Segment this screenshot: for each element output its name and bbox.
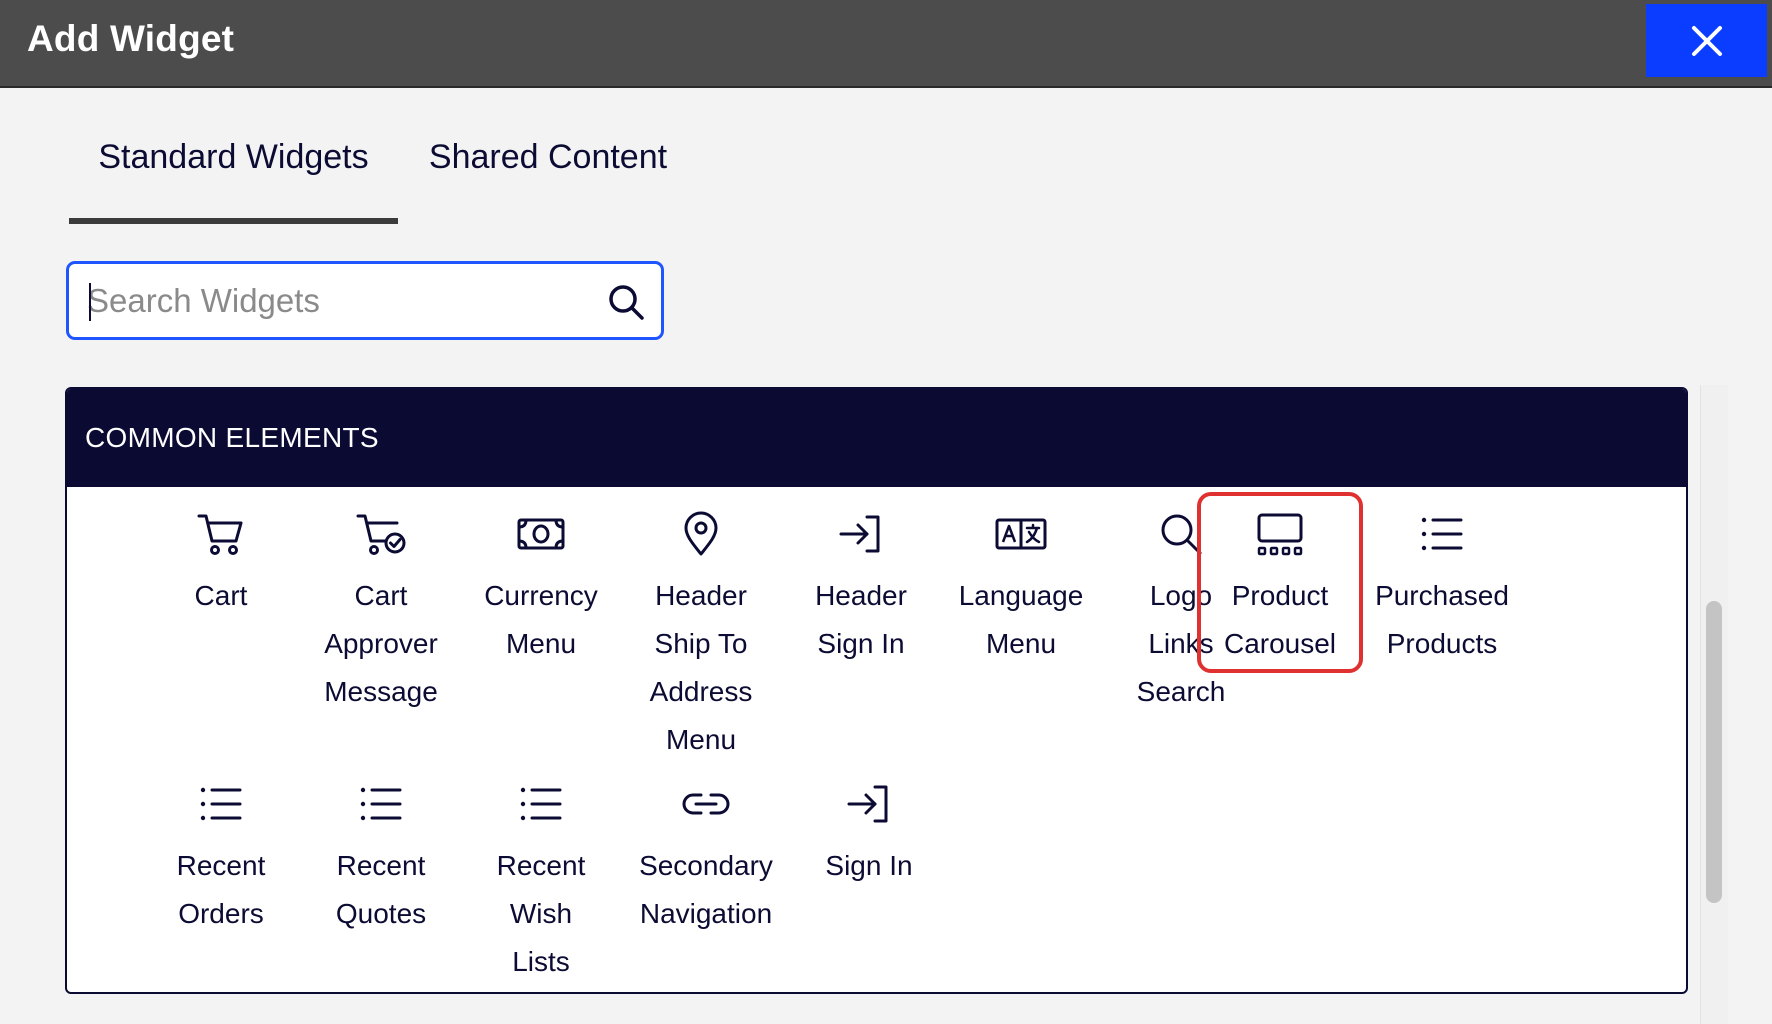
dialog-title: Add Widget — [27, 18, 235, 59]
common-elements-panel: COMMON ELEMENTS Cart Cart Approver Messa… — [65, 387, 1688, 994]
widget-header-sign-in[interactable]: Header Sign In — [786, 504, 936, 668]
widget-label: Header — [655, 580, 747, 611]
widget-label: Sign In — [817, 628, 905, 659]
widget-label: Recent — [336, 850, 426, 881]
search-icon — [1161, 514, 1202, 555]
widget-product-carousel[interactable]: Product Carousel — [1205, 504, 1355, 668]
close-button[interactable] — [1646, 4, 1767, 77]
widget-recent-orders[interactable]: Recent Orders — [146, 774, 296, 938]
cart-icon — [197, 514, 243, 555]
widget-currency-menu[interactable]: Currency Menu — [466, 504, 616, 668]
widget-label: Search — [1136, 676, 1226, 707]
widget-label: Message — [324, 676, 438, 707]
widget-cart[interactable]: Cart — [146, 504, 296, 620]
link-icon — [682, 793, 730, 815]
search-input[interactable] — [87, 276, 587, 326]
list-icon — [1421, 517, 1463, 551]
widget-recent-quotes[interactable]: Recent Quotes — [306, 774, 456, 938]
widget-label: Recent — [496, 850, 586, 881]
dialog-titlebar: Add Widget — [0, 0, 1772, 88]
widget-recent-wish-lists[interactable]: Recent Wish Lists — [466, 774, 616, 986]
widget-label: Language — [958, 580, 1084, 611]
widget-label: Currency — [484, 580, 598, 611]
close-icon — [1691, 25, 1722, 56]
cart-check-icon — [356, 514, 406, 555]
widget-label: Sign In — [825, 850, 913, 881]
active-tab-indicator — [69, 218, 398, 224]
sign-in-icon — [847, 785, 888, 823]
widget-label: Navigation — [639, 898, 773, 929]
search-box[interactable] — [66, 261, 664, 340]
search-icon[interactable] — [605, 281, 647, 323]
widget-label: Menu — [505, 628, 577, 659]
widget-label: Menu — [985, 628, 1057, 659]
widget-label: Cart — [354, 580, 408, 611]
language-icon — [995, 518, 1047, 550]
widget-label: Cart — [194, 580, 248, 611]
widget-label: Menu — [665, 724, 737, 755]
widget-label: Ship To — [654, 628, 748, 659]
widget-label: Product — [1231, 580, 1329, 611]
widget-label: Lists — [512, 946, 570, 977]
map-pin-icon — [684, 511, 718, 556]
widget-label: Carousel — [1223, 628, 1337, 659]
currency-icon — [517, 518, 565, 550]
tab-shared-content[interactable]: Shared Content — [420, 138, 676, 177]
list-icon — [360, 787, 402, 821]
widget-header-ship-to-address-menu[interactable]: Header Ship To Address Menu — [626, 504, 776, 764]
widget-label: Header — [815, 580, 907, 611]
list-icon — [200, 787, 242, 821]
widget-label: Recent — [176, 850, 266, 881]
widget-label: Products — [1386, 628, 1498, 659]
widget-label: Secondary — [639, 850, 773, 881]
section-title: COMMON ELEMENTS — [85, 422, 379, 453]
list-icon — [520, 787, 562, 821]
widget-secondary-navigation[interactable]: Secondary Navigation — [621, 774, 791, 938]
widget-sign-in[interactable]: Sign In — [794, 774, 944, 890]
widget-label: Address — [649, 676, 753, 707]
widget-label: Wish — [509, 898, 573, 929]
sign-in-icon — [839, 515, 880, 553]
text-caret — [89, 283, 91, 321]
tab-standard-widgets[interactable]: Standard Widgets — [69, 138, 398, 177]
scrollbar-thumb[interactable] — [1706, 601, 1722, 903]
widget-language-menu[interactable]: Language Menu — [946, 504, 1096, 668]
widget-label: Approver — [324, 628, 438, 659]
widget-cart-approver-message[interactable]: Cart Approver Message — [306, 504, 456, 716]
widget-purchased-products[interactable]: Purchased Products — [1357, 504, 1527, 668]
widget-label: Orders — [178, 898, 264, 929]
carousel-icon — [1257, 513, 1303, 556]
widget-label: Purchased — [1375, 580, 1509, 611]
section-header: COMMON ELEMENTS — [67, 389, 1686, 487]
widget-label: Quotes — [335, 898, 427, 929]
